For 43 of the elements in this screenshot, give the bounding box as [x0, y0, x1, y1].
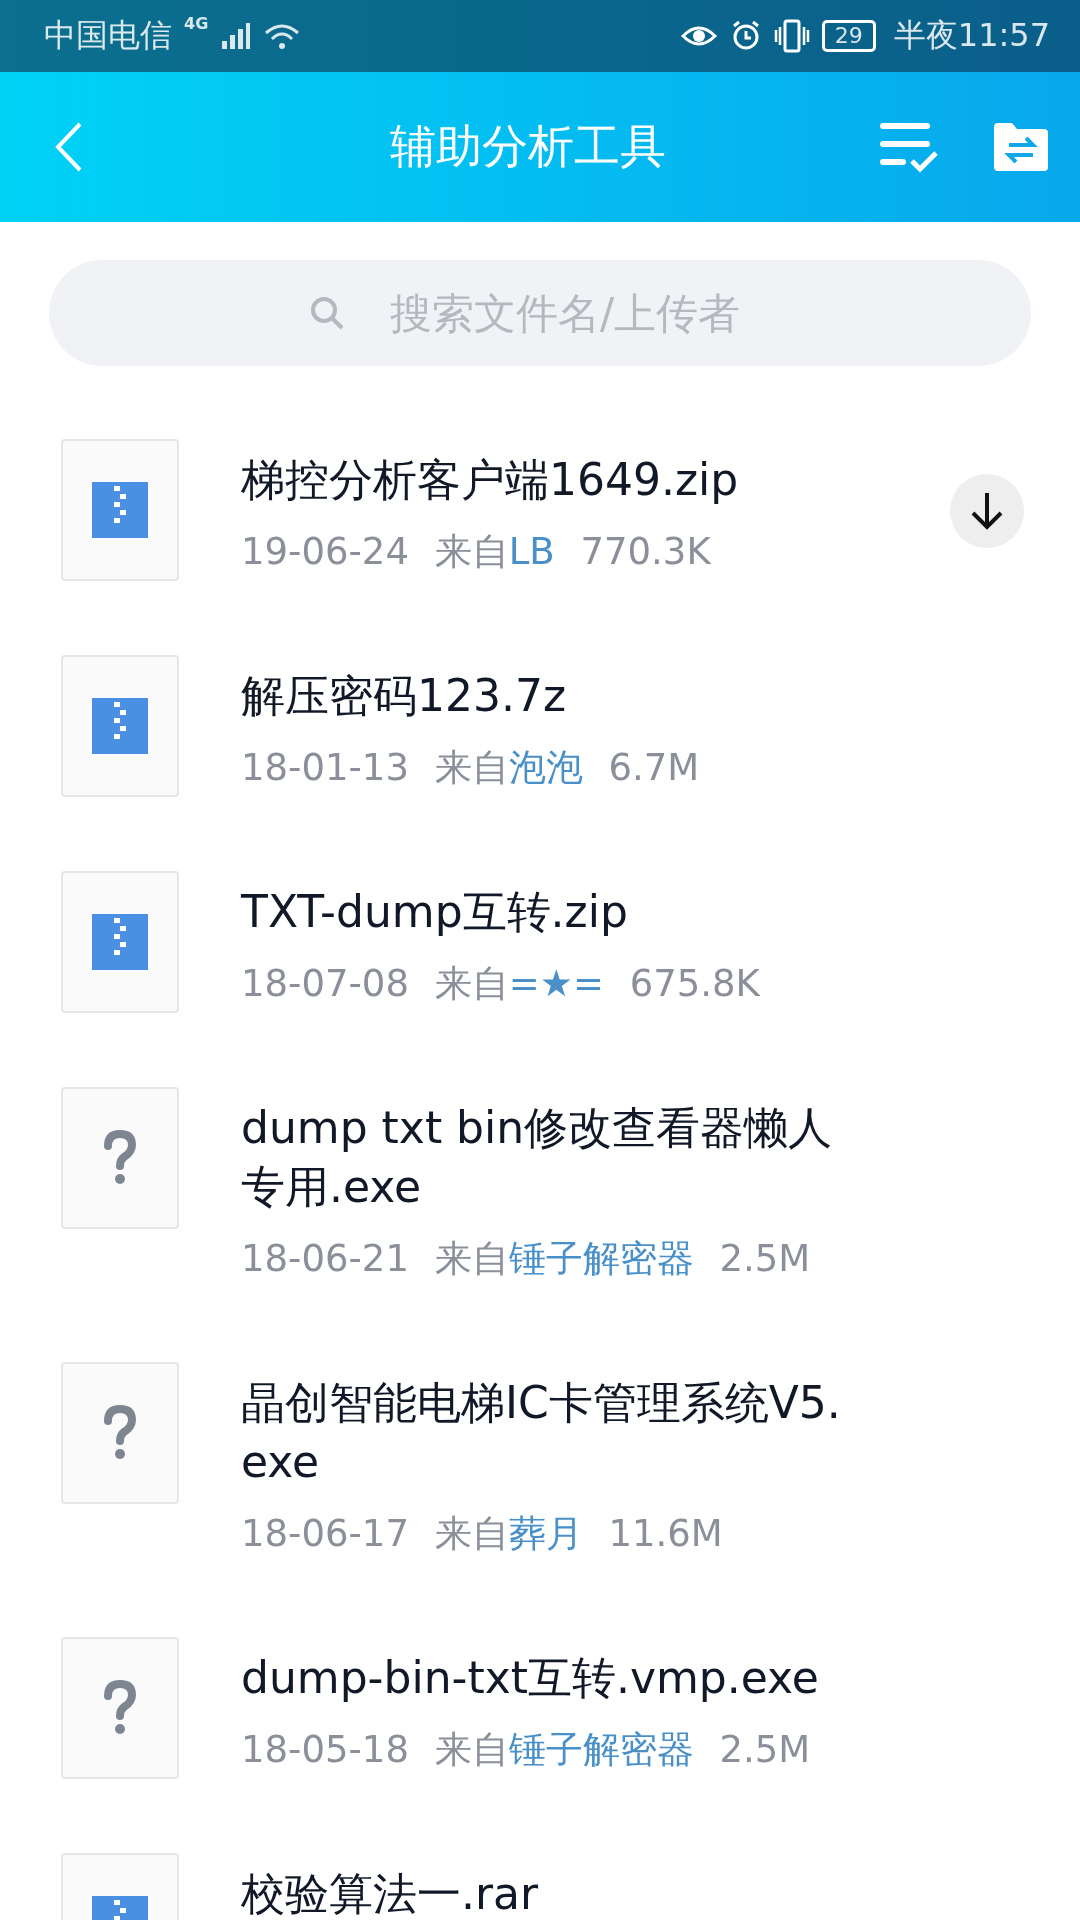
- back-icon[interactable]: [54, 121, 84, 173]
- file-size: 6.7M: [608, 746, 700, 789]
- zip-file-icon: [61, 655, 179, 797]
- clock-time: 半夜11:57: [893, 15, 1050, 56]
- unknown-file-icon: [61, 1637, 179, 1779]
- vibrate-icon: [773, 19, 810, 53]
- uploader-label: 来自: [434, 1728, 509, 1771]
- file-name[interactable]: dump txt bin修改查看器懒人专用.exe: [241, 1098, 857, 1216]
- zip-file-icon: [61, 439, 179, 581]
- file-name[interactable]: TXT-dump互转.zip: [241, 882, 857, 941]
- upload-date: 18-06-17: [241, 1512, 409, 1555]
- search-field[interactable]: 搜索文件名/上传者: [49, 260, 1031, 366]
- carrier-name: 中国电信: [44, 15, 172, 56]
- page-title: 辅助分析工具: [390, 118, 666, 175]
- file-size: 2.5M: [719, 1728, 811, 1771]
- upload-date: 18-07-08: [241, 962, 409, 1005]
- signal-icon: [220, 21, 251, 51]
- file-name[interactable]: 晶创智能电梯IC卡管理系统V5.exe: [241, 1373, 857, 1491]
- download-icon: [969, 491, 1005, 531]
- file-name[interactable]: 解压密码123.7z: [241, 666, 857, 725]
- battery-level: 29: [821, 20, 876, 52]
- search-icon: [309, 295, 345, 331]
- upload-date: 19-06-24: [241, 530, 409, 573]
- network-type: 4G: [184, 14, 209, 33]
- folder-transfer-icon[interactable]: [994, 123, 1048, 171]
- file-size: 2.5M: [719, 1237, 811, 1280]
- file-size: 770.3K: [580, 530, 711, 573]
- uploader-label: 来自: [434, 962, 509, 1005]
- zip-file-icon: [61, 871, 179, 1013]
- uploader-label: 来自: [434, 1237, 509, 1280]
- uploader-label: 来自: [434, 1512, 509, 1555]
- file-size: 11.6M: [608, 1512, 723, 1555]
- upload-date: 18-06-21: [241, 1237, 409, 1280]
- file-name[interactable]: dump-bin-txt互转.vmp.exe: [241, 1648, 857, 1707]
- upload-date: 18-01-13: [241, 746, 409, 789]
- uploader-label: 来自: [434, 746, 509, 789]
- uploader-label: 来自: [434, 530, 509, 573]
- unknown-file-icon: [61, 1362, 179, 1504]
- file-size: 675.8K: [629, 962, 760, 1005]
- file-name[interactable]: 校验算法一.rar: [241, 1864, 857, 1920]
- unknown-file-icon: [61, 1087, 179, 1229]
- upload-date: 18-05-18: [241, 1728, 409, 1771]
- file-name[interactable]: 梯控分析客户端1649.zip: [241, 450, 857, 509]
